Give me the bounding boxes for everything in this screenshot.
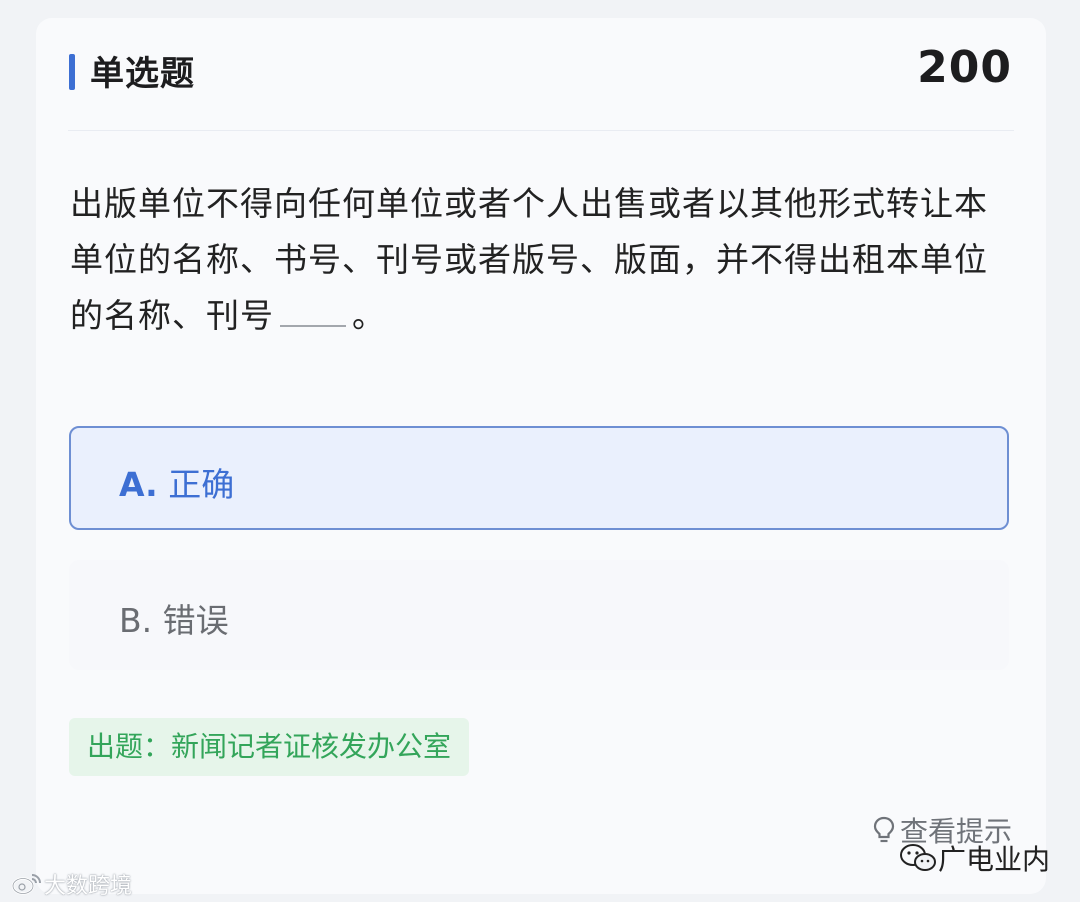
header-divider [68, 130, 1014, 131]
type-accent-bar [69, 54, 75, 90]
question-score: 200 [917, 42, 1012, 93]
watermark-left: 大数跨境 [10, 868, 132, 900]
question-card: 单选题 200 出版单位不得向任何单位或者个人出售或者以其他形式转让本单位的名称… [36, 18, 1046, 894]
question-type-label: 单选题 [90, 54, 195, 94]
lightbulb-icon [873, 816, 895, 843]
question-header: 单选题 200 [36, 18, 1046, 126]
option-a-label: 正确 [168, 465, 235, 504]
option-a[interactable]: A. 正确 [69, 426, 1009, 530]
watermark-right-text: 广电业内 [938, 843, 1051, 876]
option-b[interactable]: B. 错误 [69, 560, 1009, 670]
option-b-label: 错误 [162, 601, 229, 640]
question-source-tag: 出题：新闻记者证核发办公室 [69, 718, 470, 776]
question-text-body: 出版单位不得向任何单位或者个人出售或者以其他形式转让本单位的名称、书号、刊号或者… [70, 184, 988, 335]
question-text-end: 。 [352, 296, 386, 335]
watermark-right: 广电业内 [898, 838, 1050, 878]
option-b-key: B. [119, 601, 153, 640]
option-a-text: A. 正确 [119, 458, 234, 506]
option-b-text: B. 错误 [119, 594, 229, 642]
watermark-left-text: 大数跨境 [44, 874, 133, 899]
option-a-key: A. [119, 465, 158, 504]
wechat-icon [900, 844, 936, 871]
question-text: 出版单位不得向任何单位或者个人出售或者以其他形式转让本单位的名称、书号、刊号或者… [70, 176, 1020, 344]
answer-blank [280, 289, 346, 327]
weibo-icon [11, 874, 41, 895]
page: 单选题 200 出版单位不得向任何单位或者个人出售或者以其他形式转让本单位的名称… [0, 0, 1080, 902]
